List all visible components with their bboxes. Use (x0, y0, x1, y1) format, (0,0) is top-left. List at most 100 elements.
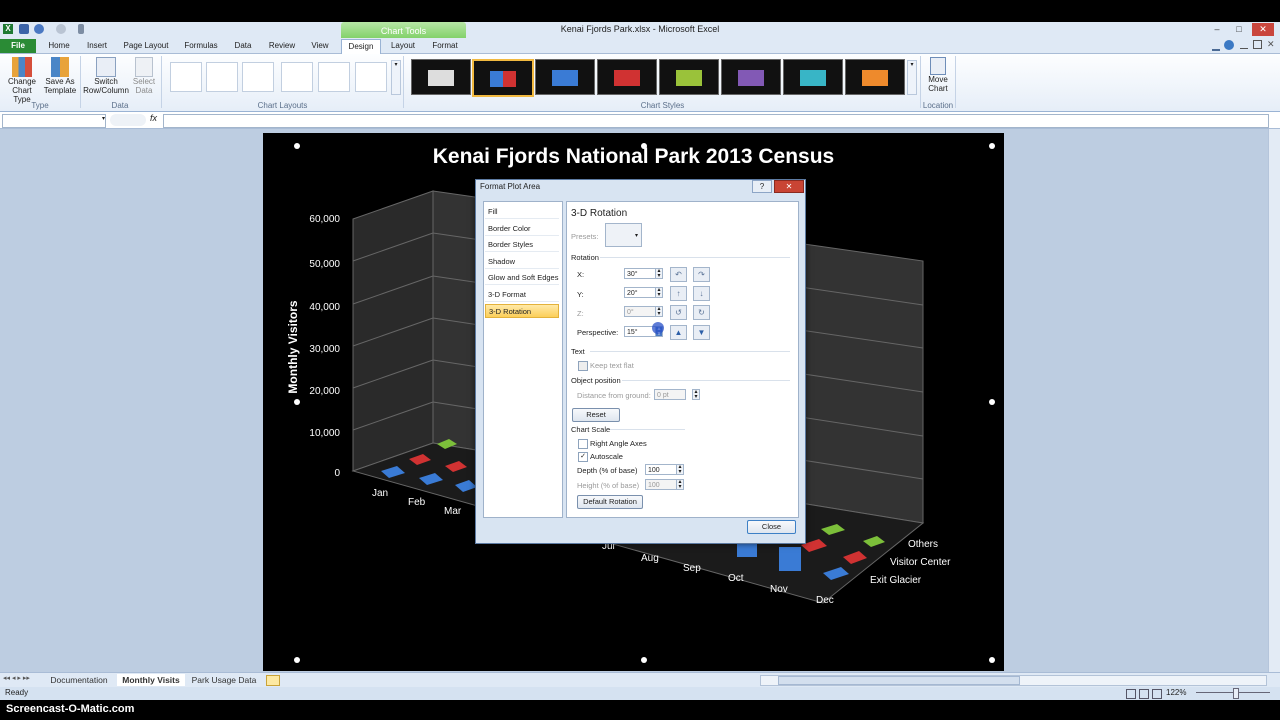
switch-row-column-button[interactable]: Switch Row/Column (82, 57, 130, 99)
tab-review[interactable]: Review (264, 39, 300, 53)
narrow-field-icon[interactable]: ▲ (670, 325, 687, 340)
y-rotation-spinner[interactable]: ▴ ▾ (655, 287, 663, 298)
height-spinner[interactable]: ▴ ▾ (676, 479, 684, 490)
dialog-close-button[interactable]: Close (747, 520, 796, 534)
sheet-tab-park-usage-data[interactable]: Park Usage Data (188, 674, 260, 686)
tab-page-layout[interactable]: Page Layout (120, 39, 172, 53)
tab-layout[interactable]: Layout (386, 39, 420, 53)
chart-styles-more-icon[interactable]: ▾ (907, 60, 917, 95)
nav-glow-soft-edges[interactable]: Glow and Soft Edges (485, 271, 559, 285)
x-rotation-input[interactable]: 30° (624, 268, 656, 279)
rotate-right-icon[interactable]: ↷ (693, 267, 710, 282)
rotate-up-icon[interactable]: ↑ (670, 286, 687, 301)
x-rotation-spinner[interactable]: ▴ ▾ (655, 268, 663, 279)
tab-formulas[interactable]: Formulas (180, 39, 222, 53)
keep-text-flat-checkbox[interactable] (578, 361, 588, 371)
chart-resize-handle[interactable] (989, 143, 995, 149)
reset-button[interactable]: Reset (572, 408, 620, 422)
depth-spinner[interactable]: ▴ ▾ (676, 464, 684, 475)
tab-insert[interactable]: Insert (82, 39, 112, 53)
select-data-button[interactable]: Select Data (130, 57, 158, 99)
chart-layout-4[interactable] (281, 62, 313, 92)
chart-layout-5[interactable] (318, 62, 350, 92)
chart-resize-handle[interactable] (989, 657, 995, 663)
tab-file[interactable]: File (0, 39, 36, 53)
workbook-minimize-icon[interactable] (1240, 40, 1248, 49)
tab-home[interactable]: Home (44, 39, 74, 53)
rotate-down-icon[interactable]: ↓ (693, 286, 710, 301)
presets-dropdown[interactable]: ▾ (605, 223, 642, 247)
workbook-restore-icon[interactable] (1253, 40, 1262, 49)
close-window-button[interactable]: ✕ (1252, 23, 1274, 36)
chart-resize-handle[interactable] (294, 399, 300, 405)
chart-layouts-more-icon[interactable]: ▾ (391, 60, 401, 95)
depth-input[interactable]: 100 (645, 464, 677, 475)
chart-style-1[interactable] (411, 59, 471, 95)
normal-view-icon[interactable] (1126, 689, 1136, 699)
chart-resize-handle[interactable] (294, 143, 300, 149)
rotate-clockwise-icon[interactable]: ↻ (693, 305, 710, 320)
chart-style-2[interactable] (472, 59, 534, 97)
distance-from-ground-input[interactable]: 0 pt (654, 389, 686, 400)
tab-design[interactable]: Design (341, 39, 381, 54)
z-rotation-input[interactable]: 0° (624, 306, 656, 317)
chart-layout-2[interactable] (206, 62, 238, 92)
change-chart-type-button[interactable]: Change Chart Type (3, 57, 41, 104)
tab-format[interactable]: Format (428, 39, 462, 53)
sheet-nav-icon[interactable]: ◂◂ ◂ ▸ ▸▸ (3, 674, 30, 682)
zoom-slider-thumb[interactable] (1233, 688, 1239, 699)
horizontal-scroll-thumb[interactable] (778, 676, 1020, 685)
dialog-help-button[interactable]: ? (752, 180, 772, 193)
save-as-template-button[interactable]: Save As Template (42, 57, 78, 99)
chart-resize-handle[interactable] (641, 143, 647, 149)
nav-border-color[interactable]: Border Color (485, 222, 559, 236)
rotate-counterclockwise-icon[interactable]: ↺ (670, 305, 687, 320)
widen-field-icon[interactable]: ▼ (693, 325, 710, 340)
name-box[interactable]: ▾ (2, 114, 106, 128)
tab-view[interactable]: View (306, 39, 334, 53)
chart-style-5[interactable] (659, 59, 719, 95)
nav-3d-rotation[interactable]: 3-D Rotation (485, 304, 559, 318)
nav-fill[interactable]: Fill (485, 205, 559, 219)
chart-layout-1[interactable] (170, 62, 202, 92)
page-break-view-icon[interactable] (1152, 689, 1162, 699)
chart-resize-handle[interactable] (294, 657, 300, 663)
dialog-close-x-button[interactable]: ✕ (774, 180, 804, 193)
sheet-tab-monthly-visits[interactable]: Monthly Visits (117, 674, 185, 686)
ribbon-minimize-icon[interactable] (1212, 41, 1220, 51)
workbook-close-icon[interactable]: ✕ (1267, 39, 1275, 50)
default-rotation-button[interactable]: Default Rotation (577, 495, 643, 509)
insert-function-icon[interactable]: fx (150, 113, 157, 123)
nav-border-styles[interactable]: Border Styles (485, 238, 559, 252)
zoom-level[interactable]: 122% (1166, 688, 1186, 697)
chart-style-8[interactable] (845, 59, 905, 95)
chart-layout-6[interactable] (355, 62, 387, 92)
vertical-scrollbar[interactable] (1268, 129, 1280, 672)
chart-style-7[interactable] (783, 59, 843, 95)
page-layout-view-icon[interactable] (1139, 689, 1149, 699)
autoscale-checkbox[interactable]: ✓ (578, 452, 588, 462)
nav-3d-format[interactable]: 3-D Format (485, 288, 559, 302)
y-rotation-input[interactable]: 20° (624, 287, 656, 298)
z-rotation-spinner[interactable]: ▴ ▾ (655, 306, 663, 317)
right-angle-axes-checkbox[interactable] (578, 439, 588, 449)
insert-sheet-icon[interactable] (266, 675, 280, 686)
distance-spinner[interactable]: ▴ ▾ (692, 389, 700, 400)
move-chart-button[interactable]: Move Chart (924, 57, 952, 99)
chart-resize-handle[interactable] (641, 657, 647, 663)
help-icon[interactable] (1224, 40, 1234, 50)
height-input[interactable]: 100 (645, 479, 677, 490)
chart-style-6[interactable] (721, 59, 781, 95)
chart-title[interactable]: Kenai Fjords National Park 2013 Census (263, 145, 1004, 169)
chart-style-4[interactable] (597, 59, 657, 95)
chart-resize-handle[interactable] (989, 399, 995, 405)
formula-input[interactable] (163, 114, 1269, 128)
tab-data[interactable]: Data (230, 39, 256, 53)
minimize-button[interactable]: – (1206, 23, 1228, 36)
chart-style-3[interactable] (535, 59, 595, 95)
chart-layout-3[interactable] (242, 62, 274, 92)
rotate-left-icon[interactable]: ↶ (670, 267, 687, 282)
sheet-tab-documentation[interactable]: Documentation (44, 674, 114, 686)
nav-shadow[interactable]: Shadow (485, 255, 559, 269)
maximize-button[interactable]: □ (1228, 23, 1250, 36)
